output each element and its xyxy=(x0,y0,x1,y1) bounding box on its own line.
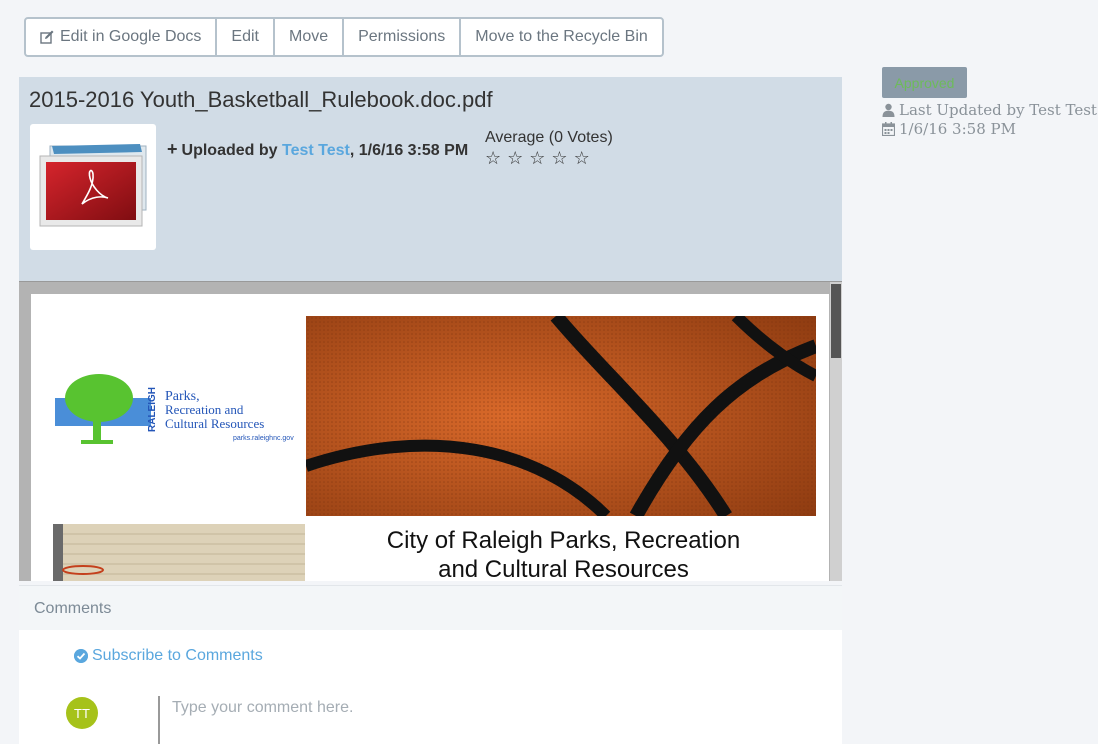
move-button[interactable]: Move xyxy=(275,19,345,55)
pdf-preview[interactable]: RALEIGH Parks, Recreation and Cultural R… xyxy=(19,281,842,581)
last-updated-info: Last Updated by Test Test xyxy=(882,101,1097,119)
edit-icon xyxy=(40,30,54,44)
upload-info: + Uploaded by Test Test, 1/6/16 3:58 PM xyxy=(167,139,468,160)
rating-average: Average (0 Votes) xyxy=(485,129,613,146)
move-label: Move xyxy=(288,28,329,45)
pdf-page: RALEIGH Parks, Recreation and Cultural R… xyxy=(31,294,829,581)
rating-widget: Average (0 Votes) ☆ ☆ ☆ ☆ ☆ xyxy=(485,129,613,167)
subscribe-comments-link[interactable]: Subscribe to Comments xyxy=(74,647,263,665)
comment-placeholder: Type your comment here. xyxy=(172,699,354,716)
edit-button[interactable]: Edit xyxy=(217,19,275,55)
raleigh-parks-logo: RALEIGH Parks, Recreation and Cultural R… xyxy=(55,374,294,444)
pdf-thumbnail[interactable] xyxy=(30,124,156,250)
plus-icon: + xyxy=(167,139,178,159)
subscribe-label: Subscribe to Comments xyxy=(92,647,263,664)
star-icon[interactable]: ☆ xyxy=(574,149,590,167)
star-icon[interactable]: ☆ xyxy=(551,149,567,167)
calendar-icon xyxy=(882,122,895,136)
preview-heading: City of Raleigh Parks, Recreation and Cu… xyxy=(311,526,816,581)
date-text: 1/6/16 3:58 PM xyxy=(899,120,1016,138)
preview-heading-line-2: and Cultural Resources xyxy=(438,556,689,581)
avatar: TT xyxy=(66,697,98,729)
edit-label: Edit xyxy=(231,28,259,45)
preview-scroll-thumb[interactable] xyxy=(831,284,841,358)
basketball-image xyxy=(306,316,816,516)
logo-line-3: Cultural Resources xyxy=(165,416,264,431)
preview-heading-line-1: City of Raleigh Parks, Recreation xyxy=(386,527,741,554)
uploaded-by-label: Uploaded by xyxy=(181,142,278,159)
check-circle-icon xyxy=(74,649,88,663)
edit-in-google-docs-label: Edit in Google Docs xyxy=(60,28,202,45)
last-updated-text: Last Updated by Test Test xyxy=(899,101,1097,119)
preview-scrollbar[interactable] xyxy=(830,282,842,581)
comment-input[interactable]: Type your comment here. xyxy=(158,696,818,744)
permissions-button[interactable]: Permissions xyxy=(344,19,462,55)
logo-line-2: Recreation and xyxy=(165,402,244,417)
comments-body: Subscribe to Comments TT Type your comme… xyxy=(19,630,842,744)
star-icon[interactable]: ☆ xyxy=(507,149,523,167)
document-header-panel: 2015-2016 Youth_Basketball_Rulebook.doc.… xyxy=(19,77,842,281)
gym-photo xyxy=(53,524,305,581)
edit-in-google-docs-button[interactable]: Edit in Google Docs xyxy=(26,19,218,55)
document-title: 2015-2016 Youth_Basketball_Rulebook.doc.… xyxy=(29,87,493,112)
comments-title: Comments xyxy=(34,600,112,617)
recycle-bin-label: Move to the Recycle Bin xyxy=(475,28,648,45)
status-badge: Approved xyxy=(882,67,967,98)
star-icon[interactable]: ☆ xyxy=(485,149,501,167)
permissions-label: Permissions xyxy=(358,28,446,45)
date-info: 1/6/16 3:58 PM xyxy=(882,120,1016,138)
star-icon[interactable]: ☆ xyxy=(529,149,545,167)
comments-header: Comments xyxy=(19,585,842,630)
logo-line-4: parks.raleighnc.gov xyxy=(233,435,294,442)
uploaded-date: , 1/6/16 3:58 PM xyxy=(349,142,469,159)
rating-stars: ☆ ☆ ☆ ☆ ☆ xyxy=(485,149,613,167)
user-icon xyxy=(882,103,895,117)
recycle-bin-button[interactable]: Move to the Recycle Bin xyxy=(461,19,662,55)
logo-vertical-text: RALEIGH xyxy=(147,387,158,432)
uploader-link[interactable]: Test Test xyxy=(282,142,350,159)
pdf-file-icon xyxy=(39,144,147,227)
document-toolbar: Edit in Google Docs Edit Move Permission… xyxy=(24,17,664,57)
